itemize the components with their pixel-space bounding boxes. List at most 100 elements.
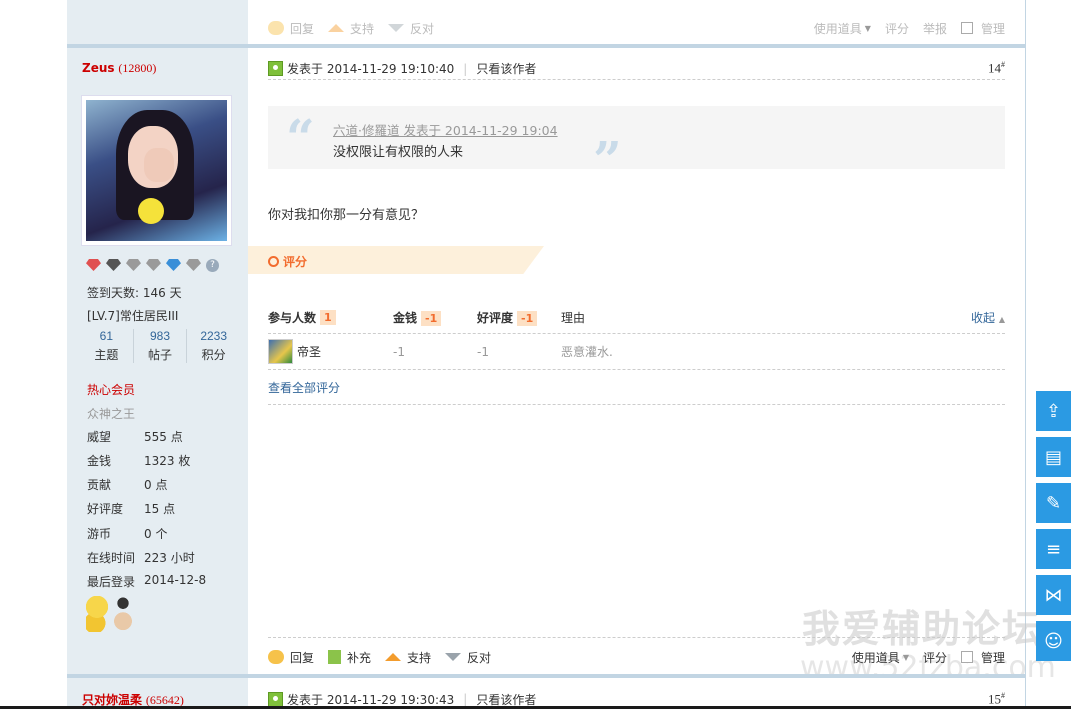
document-icon: ▤ <box>1044 446 1062 468</box>
user-icon: ☺ <box>1044 630 1063 652</box>
author-stats: 61 主题 983 帖子 2233 积分 <box>80 329 240 363</box>
next-author-name[interactable]: 只对妳温柔 <box>82 693 142 707</box>
medal-icon[interactable] <box>86 259 101 271</box>
quote-block: “ 六道·修羅道 发表于 2014-11-29 19:04 没权限让有权限的人来… <box>268 106 1005 189</box>
signin-days: 签到天数: 146 天 <box>87 286 182 300</box>
prev-oppose-button[interactable]: 反对 <box>388 20 434 37</box>
prev-use-tool-button[interactable]: 使用道具 ▼ <box>814 20 871 37</box>
page-margin <box>0 0 67 709</box>
menu-button[interactable]: ≡ <box>1036 529 1071 569</box>
rating-title: 评分 <box>268 253 307 270</box>
quick-reply-button[interactable]: ✎ <box>1036 483 1071 523</box>
medal-icon[interactable] <box>166 259 181 271</box>
reply-icon <box>268 650 284 664</box>
edit-icon: ✎ <box>1045 492 1062 514</box>
prop-row: 威望 555 点 <box>87 430 183 444</box>
rate-button[interactable]: 评分 <box>923 649 947 666</box>
caret-down-icon: ▼ <box>902 652 909 662</box>
badge-icon[interactable] <box>86 596 108 632</box>
stat-credits[interactable]: 2233 积分 <box>187 329 240 363</box>
rating-table-header: 参与人数 1 金钱 -1 好评度 -1 理由 收起 ▲ <box>268 302 1005 334</box>
post-separator <box>67 44 1026 48</box>
author-points: (12800) <box>118 61 157 75</box>
supplement-icon <box>328 650 342 664</box>
manage-toggle[interactable]: 管理 <box>960 649 1005 666</box>
author-name-line: Zeus (12800) <box>82 61 156 76</box>
list-icon: ≡ <box>1045 538 1062 560</box>
next-post-time: 发表于 2014-11-29 19:30:43 <box>287 692 455 707</box>
reply-icon <box>268 21 284 35</box>
rater-name[interactable]: 帝圣 <box>297 343 321 360</box>
thread-list-button[interactable]: ▤ <box>1036 437 1071 477</box>
medal-icon[interactable] <box>126 259 141 271</box>
prev-post-action-bar: 回复 支持 反对 使用道具 ▼ 评分 举报 管理 <box>268 16 1005 40</box>
collapse-rating-button[interactable]: 收起 ▲ <box>971 309 1005 326</box>
floor-number[interactable]: 14# <box>988 60 1005 76</box>
manage-checkbox[interactable] <box>960 651 973 663</box>
help-icon[interactable]: ? <box>206 259 219 272</box>
only-author-link[interactable]: 只看该作者 <box>476 60 536 77</box>
floating-toolbar: ⇪ ▤ ✎ ≡ ⋈ ☺ <box>1036 391 1071 667</box>
share-button[interactable]: ⋈ <box>1036 575 1071 615</box>
online-status-icon <box>268 691 283 707</box>
quote-source-link[interactable]: 六道·修羅道 发表于 2014-11-29 19:04 <box>333 120 558 139</box>
oppose-icon <box>445 650 462 664</box>
open-quote-icon: “ <box>286 108 315 167</box>
view-all-ratings-link[interactable]: 查看全部评分 <box>268 370 1005 405</box>
medal-row: ? <box>86 259 219 272</box>
supplement-button[interactable]: 补充 <box>328 649 371 666</box>
prop-row: 金钱 1323 枚 <box>87 454 191 468</box>
user-level[interactable]: [LV.7]常住居民III <box>87 307 178 324</box>
medal-icon[interactable] <box>146 259 161 271</box>
support-icon <box>385 650 402 664</box>
post-time: 发表于 2014-11-29 19:10:40 <box>287 62 455 76</box>
prev-rate-button[interactable]: 评分 <box>885 20 909 37</box>
oppose-icon <box>388 21 405 35</box>
quote-text: 没权限让有权限的人来 <box>333 145 464 160</box>
support-icon <box>328 21 345 35</box>
next-floor-number[interactable]: 15# <box>988 691 1005 707</box>
caret-down-icon: ▼ <box>864 23 871 33</box>
post-separator <box>67 674 1026 678</box>
back-to-top-button[interactable]: ⇪ <box>1036 391 1071 431</box>
oppose-button[interactable]: 反对 <box>445 649 491 666</box>
share-icon: ⋈ <box>1044 584 1063 606</box>
author-name[interactable]: Zeus <box>82 61 115 75</box>
next-only-author-link[interactable]: 只看该作者 <box>476 691 536 708</box>
avatar[interactable] <box>81 95 232 246</box>
stat-threads[interactable]: 61 主题 <box>80 329 134 363</box>
stat-posts[interactable]: 983 帖子 <box>134 329 188 363</box>
prev-report-button[interactable]: 举报 <box>923 20 947 37</box>
support-button[interactable]: 支持 <box>385 649 431 666</box>
post-message: 你对我扣你那一分有意见？ <box>268 208 425 223</box>
custom-title: 众神之王 <box>87 407 136 421</box>
manage-checkbox[interactable] <box>960 22 973 34</box>
reply-button[interactable]: 回复 <box>268 649 314 666</box>
prop-row: 游币 0 个 <box>87 527 168 541</box>
prop-row: 贡献 0 点 <box>87 478 168 492</box>
caret-up-icon: ▲ <box>998 315 1005 324</box>
post-action-bar: 回复 补充 支持 反对 使用道具 ▼ 评分 管理 <box>268 645 1005 669</box>
post-header: 发表于 2014-11-29 19:10:40 | 只看该作者 14# <box>268 58 1005 80</box>
avatar-image <box>86 100 227 241</box>
use-tool-button[interactable]: 使用道具 ▼ <box>852 649 909 666</box>
rater-avatar[interactable] <box>268 339 293 364</box>
prev-support-button[interactable]: 支持 <box>328 20 374 37</box>
forum-thread-page: 回复 支持 反对 使用道具 ▼ 评分 举报 管理 Zeus (12800) ? 签… <box>0 0 1071 709</box>
user-button[interactable]: ☺ <box>1036 621 1071 661</box>
close-quote-icon: ” <box>593 130 622 189</box>
prev-reply-button[interactable]: 回复 <box>268 20 314 37</box>
badge-icon[interactable] <box>112 596 134 632</box>
medal-icon[interactable] <box>106 259 121 271</box>
badge-row <box>86 596 134 632</box>
rating-row: 帝圣 -1 -1 恶意灌水. <box>268 334 1005 370</box>
prop-row: 好评度 15 点 <box>87 502 176 516</box>
prev-manage-toggle[interactable]: 管理 <box>960 20 1005 37</box>
medal-icon[interactable] <box>186 259 201 271</box>
rating-circle-icon <box>268 256 279 267</box>
prop-row: 在线时间 223 小时 <box>87 551 195 565</box>
user-group[interactable]: 热心会员 <box>87 381 135 398</box>
next-author-points: (65642) <box>145 693 184 707</box>
prop-row: 最后登录 2014-12-8 <box>87 573 207 589</box>
back-to-top-icon: ⇪ <box>1045 400 1062 422</box>
